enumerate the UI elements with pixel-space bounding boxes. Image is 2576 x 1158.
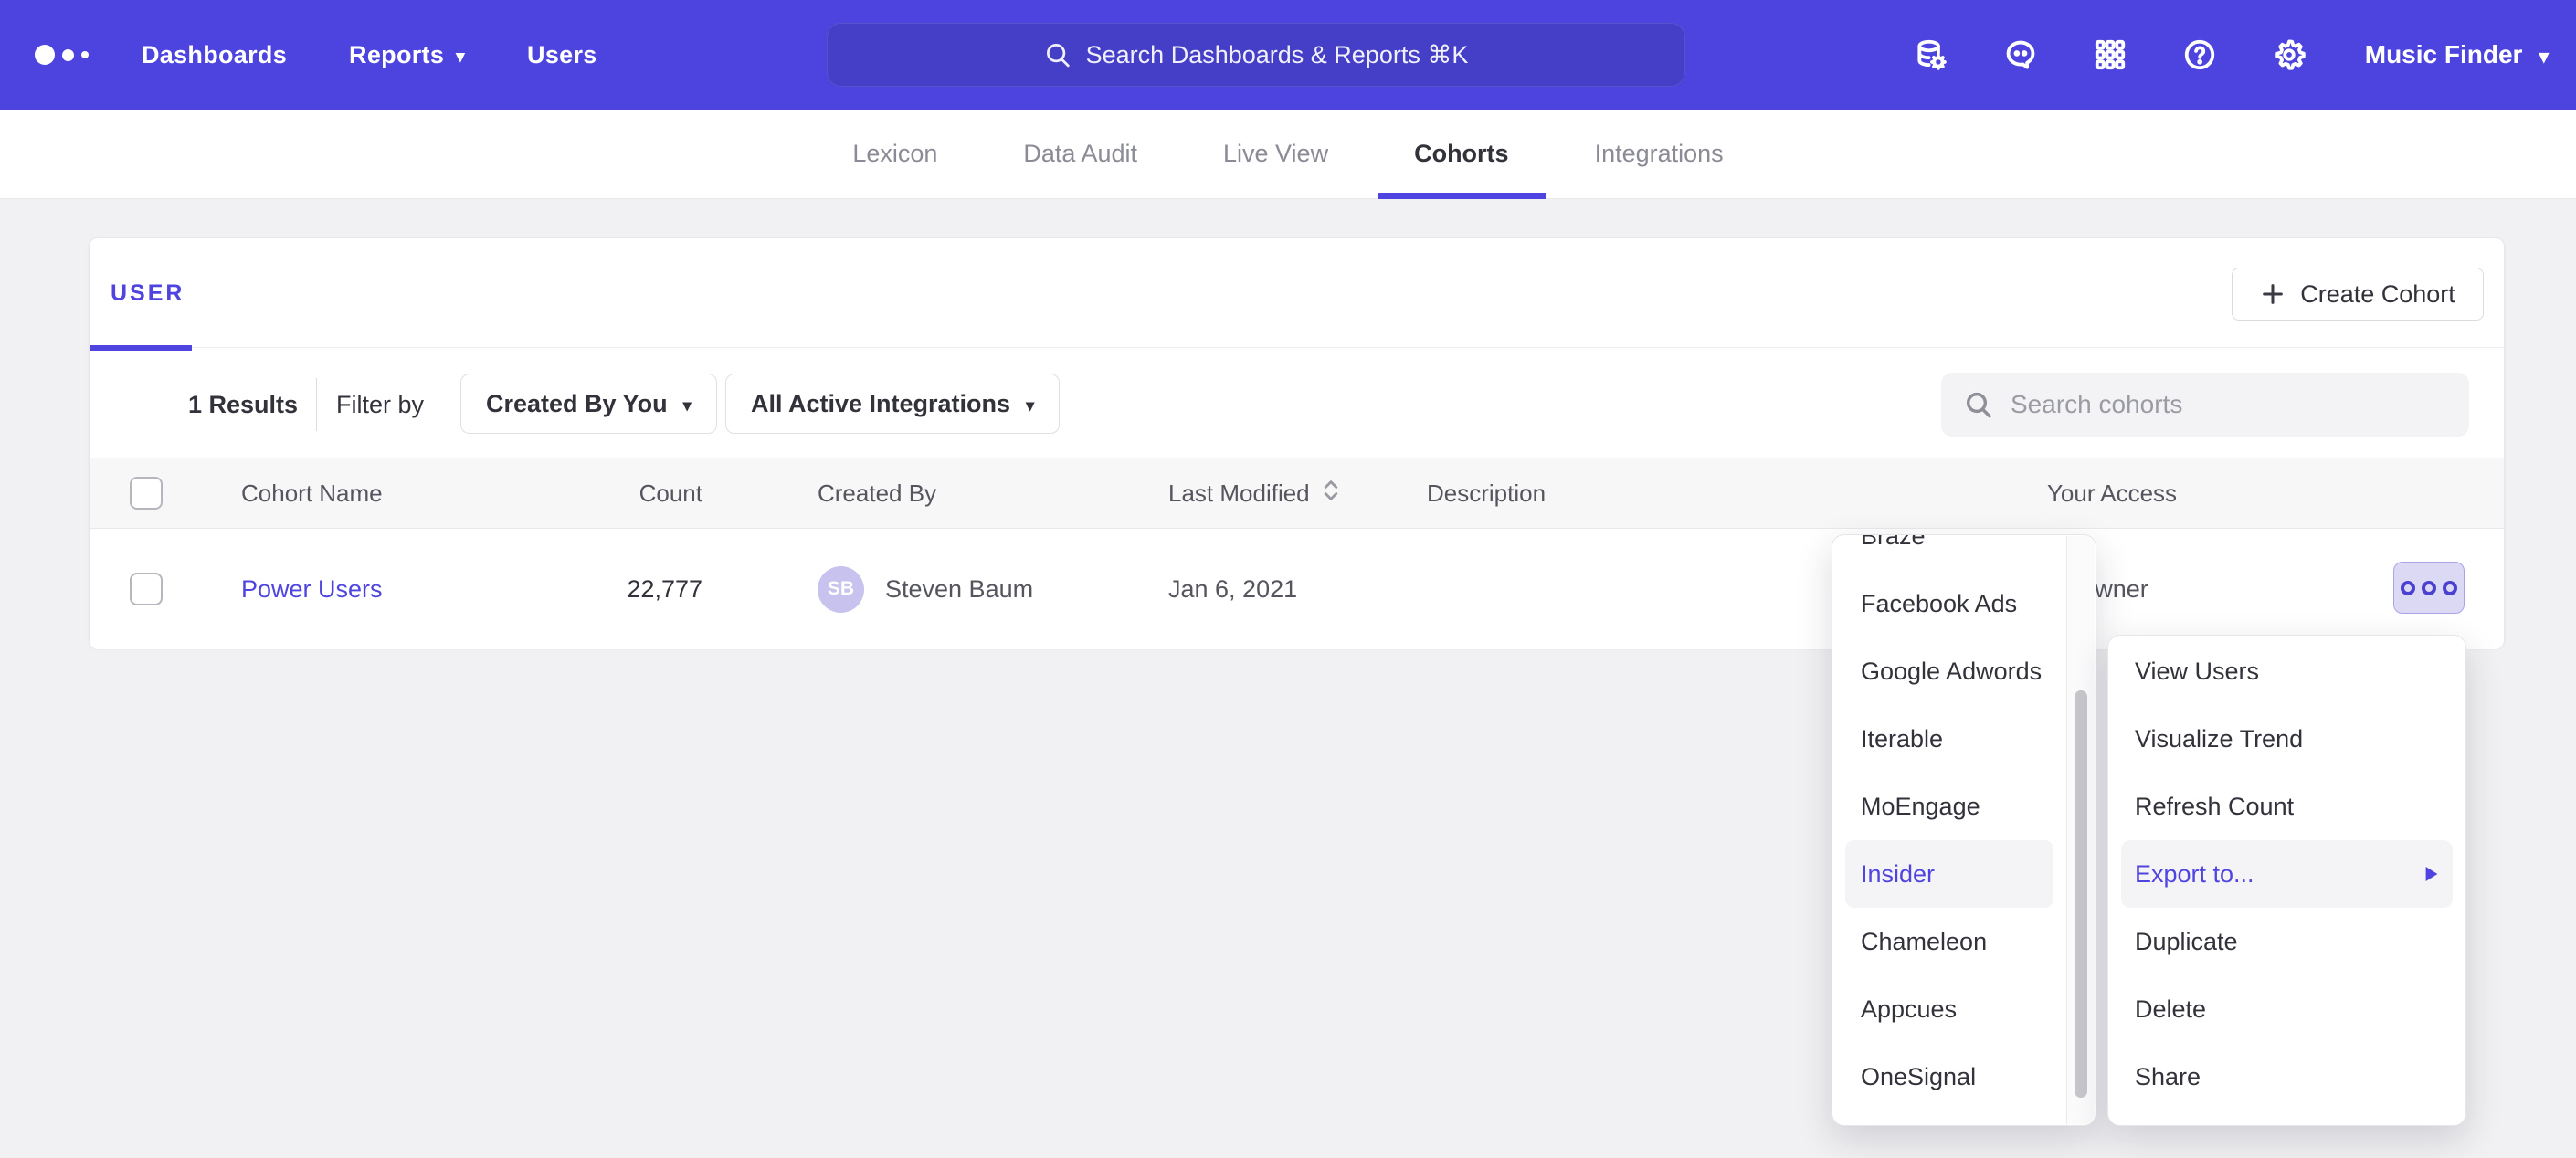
- chevron-down-icon: ▾: [683, 396, 692, 416]
- results-count: 1 Results: [188, 373, 298, 437]
- export-target-item[interactable]: Iterable: [1832, 705, 2096, 773]
- description-cell: [1427, 529, 1792, 649]
- search-cohorts-placeholder: Search cohorts: [2011, 390, 2182, 419]
- ellipsis-dot: [2443, 581, 2457, 595]
- search-icon: [1964, 390, 1993, 419]
- header-your-access: Your Access: [1975, 458, 2249, 528]
- header-last-modified[interactable]: Last Modified: [1168, 458, 1442, 528]
- context-menu-item[interactable]: Refresh Count: [2108, 773, 2465, 840]
- export-target-item[interactable]: Braze: [1832, 534, 2096, 570]
- header-created-by: Created By: [818, 458, 1183, 528]
- settings-gear-icon[interactable]: [2272, 37, 2307, 72]
- chevron-down-icon: ▾: [2539, 46, 2549, 68]
- nav-link[interactable]: Dashboards ▾: [142, 41, 287, 69]
- last-modified-cell: Jan 6, 2021: [1168, 529, 1442, 649]
- avatar: SB: [818, 566, 864, 613]
- ellipsis-dot: [2401, 581, 2415, 595]
- feedback-bubble-icon[interactable]: [2003, 37, 2038, 72]
- created-by-name: Steven Baum: [885, 575, 1033, 604]
- context-menu-item[interactable]: Share: [2108, 1043, 2465, 1111]
- context-menu-item[interactable]: Delete: [2108, 975, 2465, 1043]
- card-header: USER Create Cohort: [90, 238, 2504, 348]
- export-target-item[interactable]: Facebook Ads: [1832, 570, 2096, 637]
- tab-user-cohorts[interactable]: USER: [111, 238, 185, 348]
- cohort-name-link[interactable]: Power Users: [241, 575, 383, 604]
- apps-grid-icon[interactable]: [2093, 37, 2127, 72]
- filter-by-label: Filter by: [336, 373, 424, 437]
- export-target-item[interactable]: OneSignal: [1832, 1043, 2096, 1111]
- row-context-menu: View Users Visualize Trend Refresh Count: [2107, 635, 2466, 1126]
- export-target-item[interactable]: Google Adwords: [1832, 637, 2096, 705]
- divider: [316, 378, 317, 431]
- search-icon: [1044, 41, 1072, 68]
- section-tab[interactable]: Cohorts: [1378, 110, 1546, 199]
- context-menu-item[interactable]: View Users: [2108, 637, 2465, 705]
- navbar-actions: Music Finder ▾: [1914, 0, 2549, 110]
- project-switcher[interactable]: Music Finder ▾: [2365, 40, 2549, 69]
- logo-dot-3: [81, 51, 89, 58]
- scrollbar-thumb[interactable]: [2075, 690, 2087, 1098]
- context-menu-item[interactable]: Export to...: [2121, 840, 2453, 908]
- header-count: Count: [473, 458, 702, 528]
- global-search-input[interactable]: Search Dashboards & Reports ⌘K: [827, 23, 1685, 87]
- context-menu-item[interactable]: Duplicate: [2108, 908, 2465, 975]
- chevron-down-icon: ▾: [456, 47, 465, 68]
- export-target-item[interactable]: Insider: [1845, 840, 2053, 908]
- nav-links: Dashboards ▾ Reports ▾ Users ▾: [142, 0, 597, 110]
- export-target-item[interactable]: MoEngage: [1832, 773, 2096, 840]
- cohort-count: 22,777: [473, 529, 702, 649]
- export-target-item[interactable]: Chameleon: [1832, 908, 2096, 975]
- global-search-placeholder: Search Dashboards & Reports ⌘K: [1086, 41, 1469, 69]
- export-target-item[interactable]: Appcues: [1832, 975, 2096, 1043]
- section-tabs: Lexicon Data Audit Live View Cohorts Int…: [0, 110, 2576, 199]
- row-actions-button[interactable]: [2393, 562, 2465, 614]
- help-icon[interactable]: [2182, 37, 2217, 72]
- scrollbar-track[interactable]: [2066, 536, 2095, 1124]
- export-to-submenu: Braze Facebook Ads Google Adwords Iterab…: [1832, 534, 2096, 1126]
- section-tab[interactable]: Live View: [1187, 110, 1365, 199]
- section-tab[interactable]: Data Audit: [987, 110, 1174, 199]
- table-header-row: Cohort Name Count Created By Last Modifi…: [90, 458, 2504, 529]
- created-by-cell: SB Steven Baum: [818, 529, 1183, 649]
- filter-row: 1 Results Filter by Created By You ▾ All…: [90, 373, 2504, 437]
- search-cohorts-input[interactable]: Search cohorts: [1941, 373, 2469, 437]
- active-tab-underline: [90, 345, 192, 351]
- cohorts-card: USER Create Cohort 1 Results Filter by C…: [89, 237, 2505, 648]
- submenu-arrow-icon: [2424, 865, 2439, 883]
- table-row: Power Users 22,777 SB Steven Baum Jan 6,…: [90, 529, 2504, 649]
- created-by-filter-dropdown[interactable]: Created By You ▾: [460, 374, 717, 434]
- nav-link[interactable]: Users ▾: [527, 41, 597, 69]
- logo-dot-2: [62, 49, 74, 61]
- context-menu-item[interactable]: Visualize Trend: [2108, 705, 2465, 773]
- integrations-filter-dropdown[interactable]: All Active Integrations ▾: [725, 374, 1060, 434]
- section-tab[interactable]: Integrations: [1558, 110, 1760, 199]
- data-management-icon[interactable]: [1914, 37, 1948, 72]
- cohorts-app: Dashboards ▾ Reports ▾ Users ▾ Search Da…: [0, 0, 2576, 1158]
- ellipsis-dot: [2422, 581, 2436, 595]
- nav-link[interactable]: Reports ▾: [349, 41, 465, 69]
- row-checkbox[interactable]: [130, 573, 163, 605]
- top-navbar: Dashboards ▾ Reports ▾ Users ▾ Search Da…: [0, 0, 2576, 110]
- sort-icon[interactable]: [1322, 478, 1340, 510]
- project-name: Music Finder: [2365, 40, 2523, 69]
- header-description: Description: [1427, 458, 1792, 528]
- chevron-down-icon: ▾: [1026, 396, 1034, 416]
- create-cohort-button[interactable]: Create Cohort: [2232, 268, 2484, 321]
- select-all-checkbox[interactable]: [130, 477, 163, 510]
- plus-icon: [2260, 281, 2286, 307]
- section-tab[interactable]: Lexicon: [816, 110, 974, 199]
- mixpanel-logo-icon[interactable]: [35, 0, 89, 110]
- logo-dot-1: [35, 45, 55, 65]
